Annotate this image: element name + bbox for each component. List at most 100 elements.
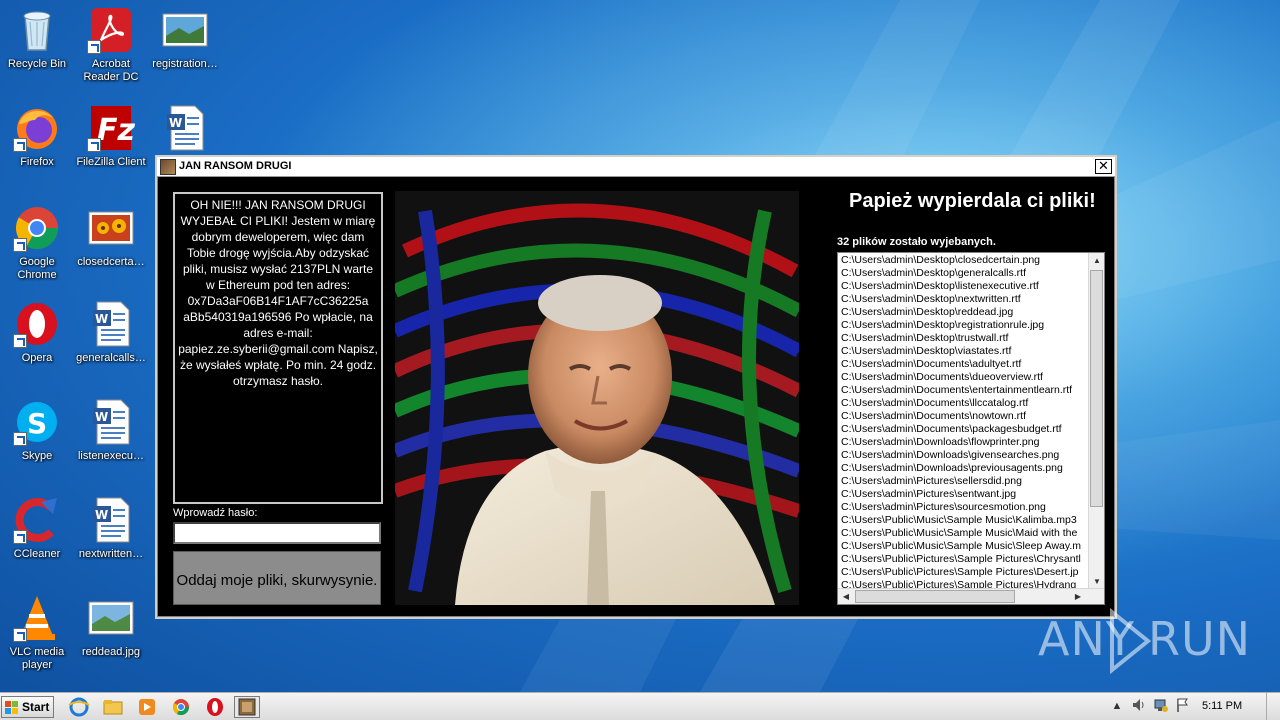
network-icon[interactable] <box>1152 697 1170 715</box>
start-button[interactable]: Start <box>1 696 54 718</box>
shortcut-arrow-icon <box>13 334 27 348</box>
file-list-item[interactable]: C:\Users\admin\Documents\packagesbudget.… <box>841 423 1087 436</box>
horizontal-scrollbar[interactable]: ◀ ▶ <box>838 588 1104 604</box>
scroll-right-icon[interactable]: ▶ <box>1070 589 1086 604</box>
submit-button[interactable]: Oddaj moje pliki, skurwysynie. <box>173 551 381 605</box>
file-items: C:\Users\admin\Desktop\closedcertain.png… <box>841 254 1087 588</box>
svg-text:S: S <box>27 407 47 440</box>
close-button[interactable]: ✕ <box>1095 159 1112 174</box>
desktop-icon-label: VLC media player <box>9 646 65 671</box>
chrome-icon[interactable] <box>168 696 194 718</box>
file-list-item[interactable]: C:\Users\admin\Documents\dueoverview.rtf <box>841 371 1087 384</box>
play-logo-icon <box>1110 608 1152 674</box>
desktop-icon-vlc[interactable]: VLC media player <box>0 594 74 680</box>
password-input[interactable] <box>173 522 381 544</box>
scroll-up-icon[interactable]: ▲ <box>1089 253 1104 269</box>
file-list-item[interactable]: C:\Users\Public\Music\Sample Music\Kalim… <box>841 514 1087 527</box>
explorer-icon[interactable] <box>100 696 126 718</box>
window-titlebar[interactable]: JAN RANSOM DRUGI ✕ <box>157 157 1115 177</box>
file-list-item[interactable]: C:\Users\admin\Desktop\nextwritten.rtf <box>841 293 1087 306</box>
desktop-icon-firefox[interactable]: Firefox <box>0 104 74 190</box>
vlc-icon <box>13 594 61 642</box>
desktop-icon-ccleaner[interactable]: CCleaner <box>0 496 74 582</box>
encrypted-file-list[interactable]: C:\Users\admin\Desktop\closedcertain.png… <box>837 252 1105 605</box>
desktop-icon-label: FileZilla Client <box>76 156 146 168</box>
svg-text:W: W <box>95 508 108 522</box>
file-list-item[interactable]: C:\Users\admin\Desktop\reddead.jpg <box>841 306 1087 319</box>
opera-icon[interactable] <box>202 696 228 718</box>
desktop-icon-listenexecutive[interactable]: W listenexecu… <box>74 398 148 484</box>
clock[interactable]: 5:11 PM <box>1202 700 1242 712</box>
file-list-item[interactable]: C:\Users\Public\Pictures\Sample Pictures… <box>841 579 1087 588</box>
file-list-item[interactable]: C:\Users\admin\Desktop\closedcertain.png <box>841 254 1087 267</box>
desktop-icon-label: nextwritten… <box>78 548 144 560</box>
desktop-icon-closedcertain[interactable]: closedcerta… <box>74 204 148 290</box>
ie-icon[interactable] <box>66 696 92 718</box>
chrome-icon <box>13 204 61 252</box>
file-list-item[interactable]: C:\Users\Public\Pictures\Sample Pictures… <box>841 553 1087 566</box>
file-list-item[interactable]: C:\Users\admin\Downloads\flowprinter.png <box>841 436 1087 449</box>
file-list-item[interactable]: C:\Users\admin\Desktop\registrationrule.… <box>841 319 1087 332</box>
ransom-app-icon <box>160 159 176 175</box>
file-list-item[interactable]: C:\Users\admin\Documents\entertainmentle… <box>841 384 1087 397</box>
ransom-app-taskbar-button[interactable] <box>234 696 260 718</box>
file-list-item[interactable]: C:\Users\admin\Documents\nowtown.rtf <box>841 410 1087 423</box>
action-center-flag-icon[interactable] <box>1174 697 1192 715</box>
taskbar: Start ▲ 5:11 PM <box>0 692 1280 720</box>
ransom-window: JAN RANSOM DRUGI ✕ OH NIE!!! JAN RANSOM … <box>155 155 1117 619</box>
hscroll-thumb[interactable] <box>855 590 1015 603</box>
file-list-item[interactable]: C:\Users\admin\Documents\adultyet.rtf <box>841 358 1087 371</box>
file-list-item[interactable]: C:\Users\admin\Desktop\generalcalls.rtf <box>841 267 1087 280</box>
anyrun-watermark: ANY RUN <box>1038 608 1250 678</box>
media-player-icon[interactable] <box>134 696 160 718</box>
ransom-headline: Papież wypierdala ci pliki! <box>849 190 1096 212</box>
file-list-item[interactable]: C:\Users\admin\Pictures\sourcesmotion.pn… <box>841 501 1087 514</box>
file-list-item[interactable]: C:\Users\Public\Music\Sample Music\Sleep… <box>841 540 1087 553</box>
file-list-item[interactable]: C:\Users\admin\Desktop\viastates.rtf <box>841 345 1087 358</box>
svg-text:Fz: Fz <box>97 113 135 148</box>
desktop-icon-label: CCleaner <box>13 548 61 560</box>
file-list-item[interactable]: C:\Users\Public\Pictures\Sample Pictures… <box>841 566 1087 579</box>
desktop-icon-opera[interactable]: Opera <box>0 300 74 386</box>
svg-text:W: W <box>169 116 182 130</box>
desktop-icon-nextwritten[interactable]: W nextwritten… <box>74 496 148 582</box>
desktop-icon-label: Firefox <box>20 156 54 168</box>
volume-icon[interactable] <box>1130 697 1148 715</box>
acrobat-reader-icon <box>87 6 135 54</box>
desktop-icon-reddead[interactable]: reddead.jpg <box>74 594 148 680</box>
word-document-icon: W <box>87 398 135 446</box>
desktop-icon-label: generalcalls… <box>76 352 146 364</box>
scroll-thumb[interactable] <box>1090 270 1103 507</box>
image-file-icon <box>161 6 209 54</box>
desktop-icon-label: Opera <box>21 352 53 364</box>
shortcut-arrow-icon <box>13 432 27 446</box>
word-document-icon: W <box>87 300 135 348</box>
file-list-item[interactable]: C:\Users\admin\Desktop\listenexecutive.r… <box>841 280 1087 293</box>
file-list-item[interactable]: C:\Users\admin\Downloads\previousagents.… <box>841 462 1087 475</box>
ransom-message: OH NIE!!! JAN RANSOM DRUGI WYJEBAŁ CI PL… <box>173 192 383 504</box>
password-label: Wprowadź hasło: <box>173 507 258 519</box>
show-hidden-icon[interactable]: ▲ <box>1108 697 1126 715</box>
svg-text:W: W <box>95 312 108 326</box>
file-list-item[interactable]: C:\Users\admin\Downloads\givensearches.p… <box>841 449 1087 462</box>
file-list-item[interactable]: C:\Users\admin\Documents\llccatalog.rtf <box>841 397 1087 410</box>
file-list-item[interactable]: C:\Users\Public\Music\Sample Music\Maid … <box>841 527 1087 540</box>
desktop-icon-label: reddead.jpg <box>81 646 141 658</box>
scroll-left-icon[interactable]: ◀ <box>838 589 854 604</box>
desktop-icon-filezilla[interactable]: Fz FileZilla Client <box>74 104 148 190</box>
desktop-icon-acrobat-reader[interactable]: Acrobat Reader DC <box>74 6 148 92</box>
windows-flag-icon <box>5 701 18 714</box>
desktop-icon-generalcalls[interactable]: W generalcalls… <box>74 300 148 386</box>
show-desktop-button[interactable] <box>1266 693 1280 720</box>
file-list-item[interactable]: C:\Users\admin\Pictures\sellersdid.png <box>841 475 1087 488</box>
vertical-scrollbar[interactable]: ▲ ▼ <box>1088 253 1104 590</box>
desktop-icon-chrome[interactable]: Google Chrome <box>0 204 74 290</box>
file-list-item[interactable]: C:\Users\admin\Pictures\sentwant.jpg <box>841 488 1087 501</box>
watermark-right: RUN <box>1148 612 1252 666</box>
file-list-item[interactable]: C:\Users\admin\Desktop\trustwall.rtf <box>841 332 1087 345</box>
image-file-icon <box>87 594 135 642</box>
desktop-icon-skype[interactable]: S Skype <box>0 398 74 484</box>
encrypted-count: 32 plików zostało wyjebanych. <box>837 236 996 248</box>
desktop-icon-recycle-bin[interactable]: Recycle Bin <box>0 6 74 92</box>
desktop-icon-registration[interactable]: registration… <box>148 6 222 92</box>
